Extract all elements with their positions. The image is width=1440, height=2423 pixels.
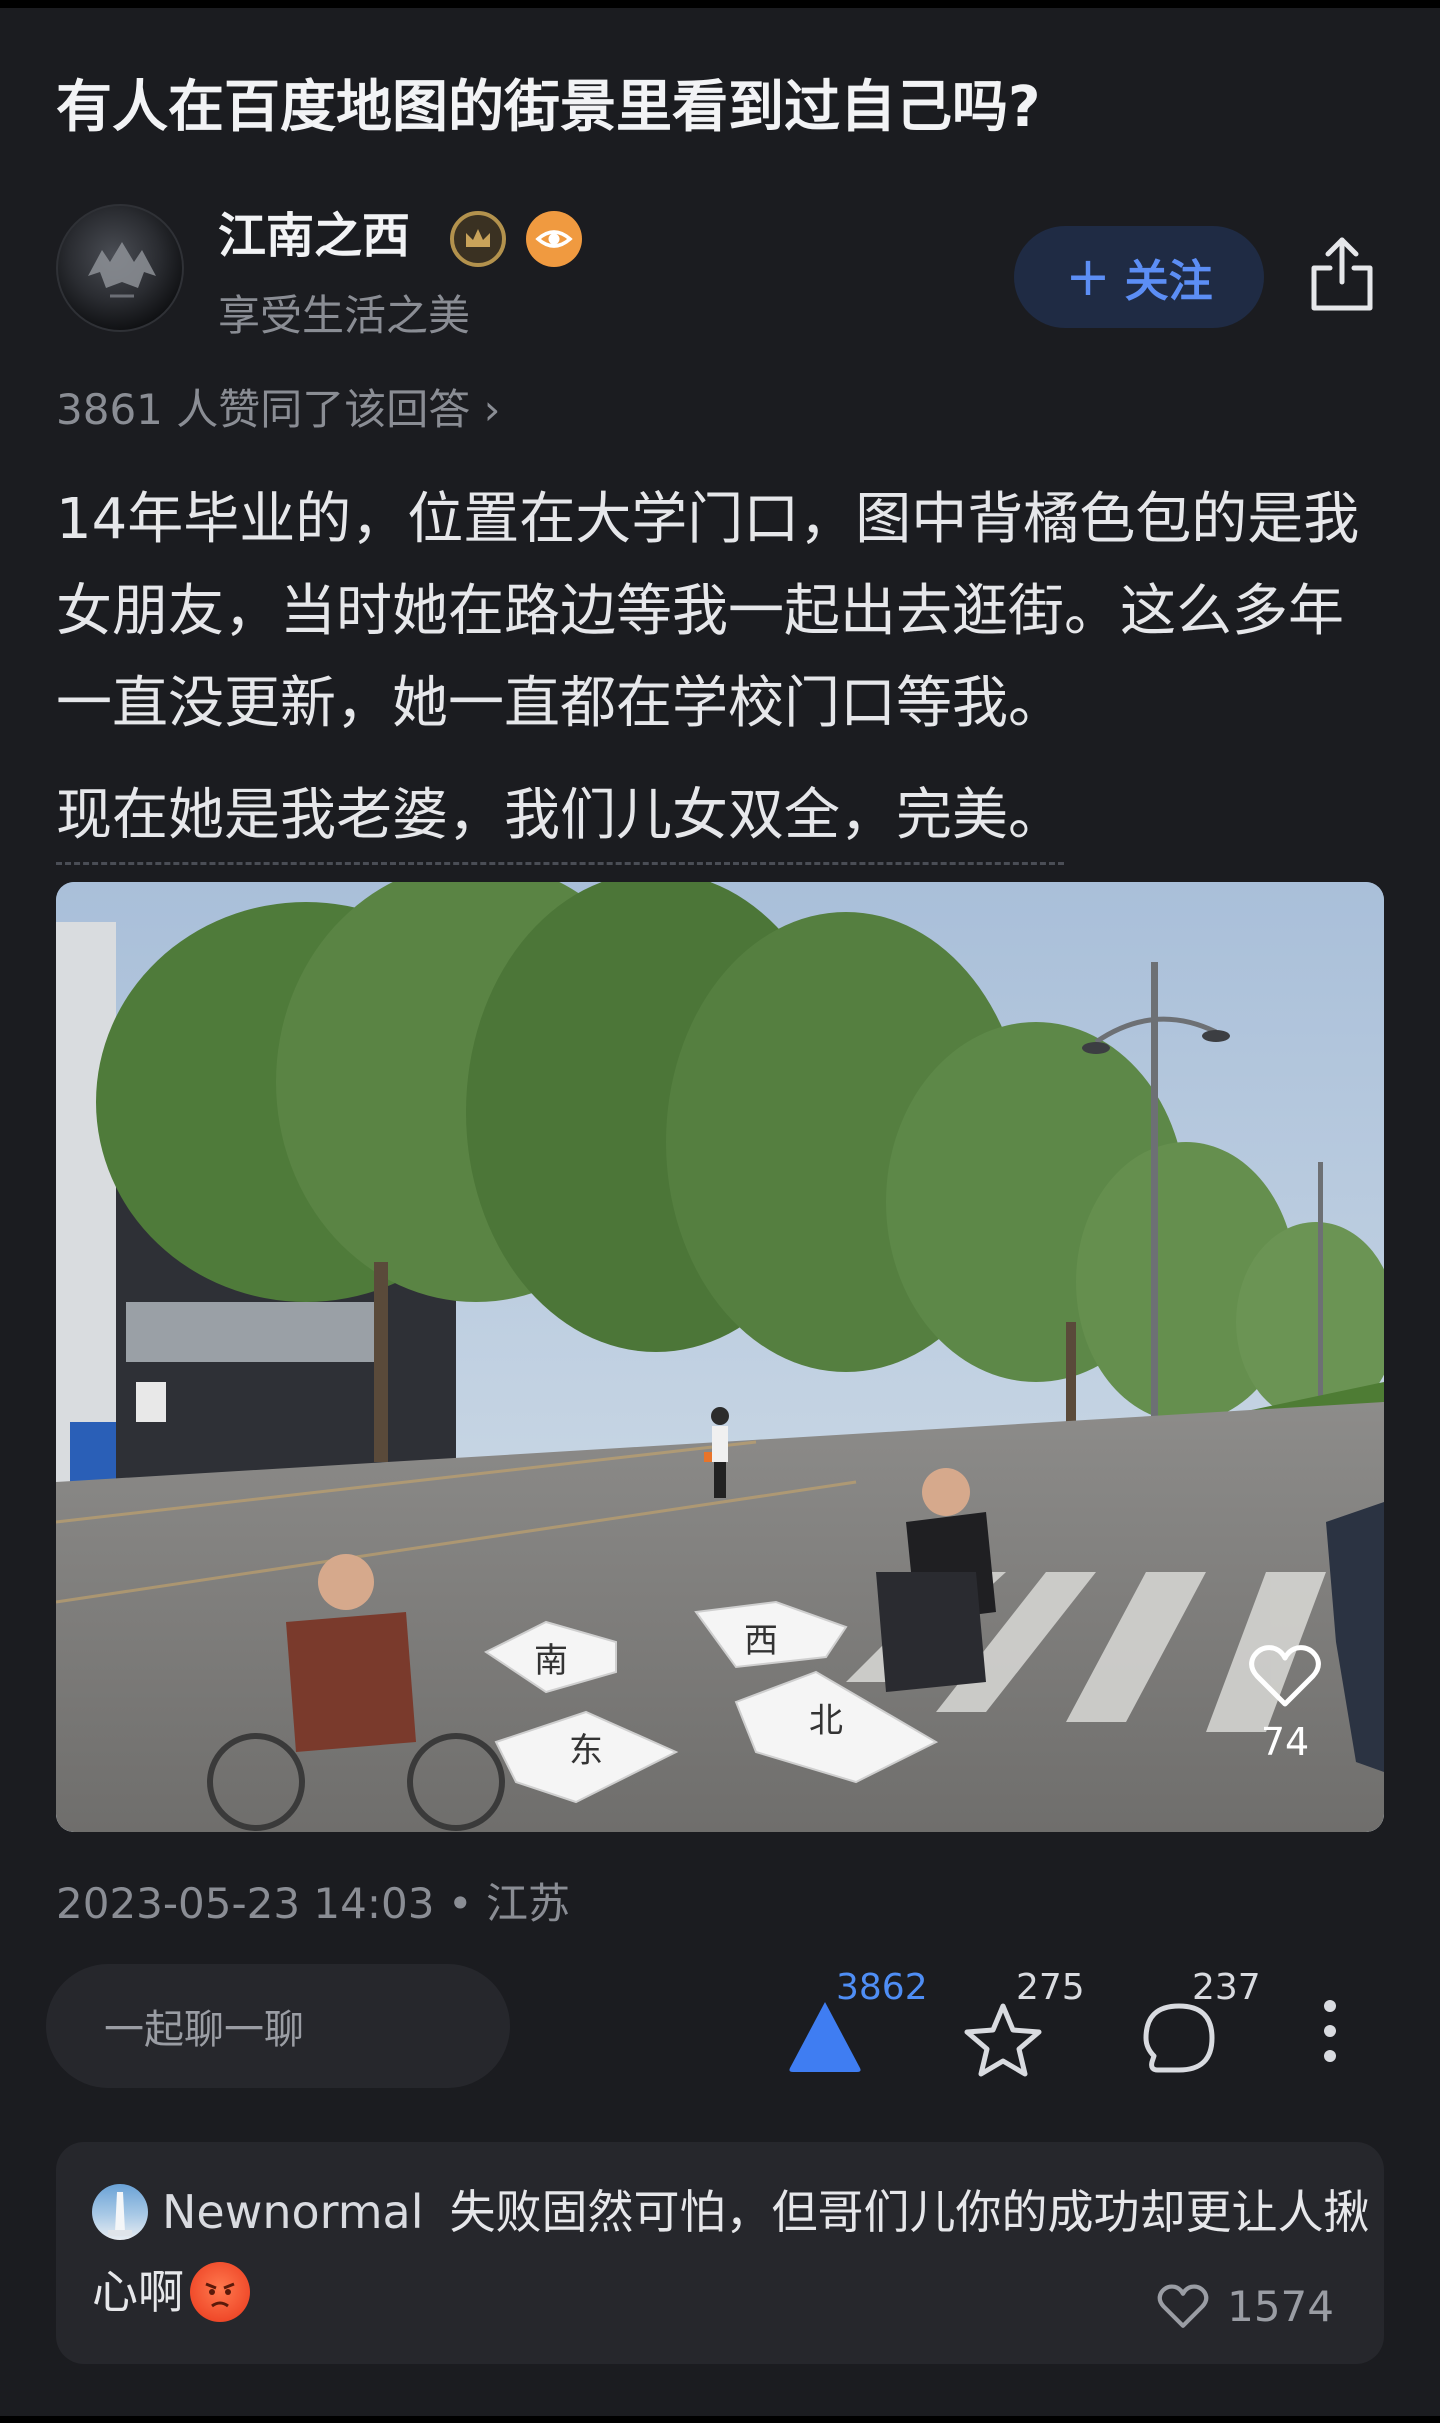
post-meta: 2023-05-23 14:03 • 江苏 <box>56 1879 570 1928</box>
direction-arrow-label[interactable]: 南 <box>534 1641 568 1681</box>
author-name[interactable]: 江南之西 <box>218 204 410 268</box>
heart-icon <box>1249 1645 1321 1707</box>
share-icon[interactable] <box>1306 234 1378 314</box>
image-like-count: 74 <box>1260 1720 1310 1764</box>
commenter-avatar[interactable] <box>92 2184 148 2240</box>
plus-icon: + <box>1065 245 1111 308</box>
crown-badge-icon[interactable] <box>450 211 506 267</box>
answer-paragraph: 14年毕业的，位置在大学门口，图中背橘色包的是我女朋友，当时她在路边等我一起出去… <box>56 487 1360 736</box>
comment-bubble-icon <box>1143 2003 1215 2073</box>
monument-icon <box>108 2192 132 2236</box>
comment-count: 237 <box>1192 1967 1261 2008</box>
star-icon <box>964 2003 1042 2077</box>
answer-page: 有人在百度地图的街景里看到过自己吗? 江南之西 享受生活之美 + 关注 3861… <box>0 8 1440 2416</box>
chat-input[interactable]: 一起聊一聊 <box>46 1964 510 2088</box>
wolf-emblem-icon <box>88 242 156 298</box>
commenter-name[interactable]: Newnormal <box>162 2185 424 2239</box>
more-options-icon[interactable] <box>1316 1998 1344 2064</box>
top-comment-card[interactable]: Newnormal 失败固然可怕，但哥们儿你的成功却更让人揪 心啊 1574 <box>56 2142 1384 2364</box>
comment-text-continued: 心啊 <box>92 2265 184 2319</box>
direction-arrow-label[interactable]: 东 <box>569 1731 603 1771</box>
comment-like-button[interactable]: 1574 <box>1157 2282 1334 2331</box>
eye-badge-icon[interactable] <box>526 211 582 267</box>
street-view-photo[interactable]: 南 西东 北 <box>56 882 1384 1832</box>
follow-button[interactable]: + 关注 <box>1014 226 1264 328</box>
comment-button[interactable]: 237 <box>1130 1964 1270 2088</box>
author-avatar[interactable] <box>56 204 184 332</box>
image-like-button[interactable]: 74 <box>1240 1644 1330 1764</box>
angry-face-emoji-icon <box>190 2262 250 2322</box>
upvote-count: 3862 <box>836 1967 928 2008</box>
favorite-button[interactable]: 275 <box>950 1964 1090 2088</box>
author-bio: 享受生活之美 <box>218 291 471 340</box>
upvote-button[interactable]: 3862 <box>770 1964 930 2088</box>
question-title[interactable]: 有人在百度地图的街景里看到过自己吗? <box>56 68 1376 148</box>
likes-summary-link[interactable]: 3861 人赞同了该回答 › <box>56 380 500 440</box>
direction-arrow-label[interactable]: 北 <box>809 1701 843 1741</box>
favorite-count: 275 <box>1016 1967 1085 2008</box>
answer-paragraph: 现在她是我老婆，我们儿女双全，完美。 <box>56 770 1064 865</box>
upvote-triangle-icon <box>789 2002 861 2072</box>
comment-like-count: 1574 <box>1227 2282 1334 2331</box>
follow-label: 关注 <box>1124 256 1213 307</box>
direction-arrow-label[interactable]: 西 <box>744 1621 778 1661</box>
heart-outline-icon <box>1157 2283 1209 2328</box>
street-view-image: 南 西东 北 <box>56 882 1384 1832</box>
comment-text: 失败固然可怕，但哥们儿你的成功却更让人揪 <box>449 2185 1370 2239</box>
